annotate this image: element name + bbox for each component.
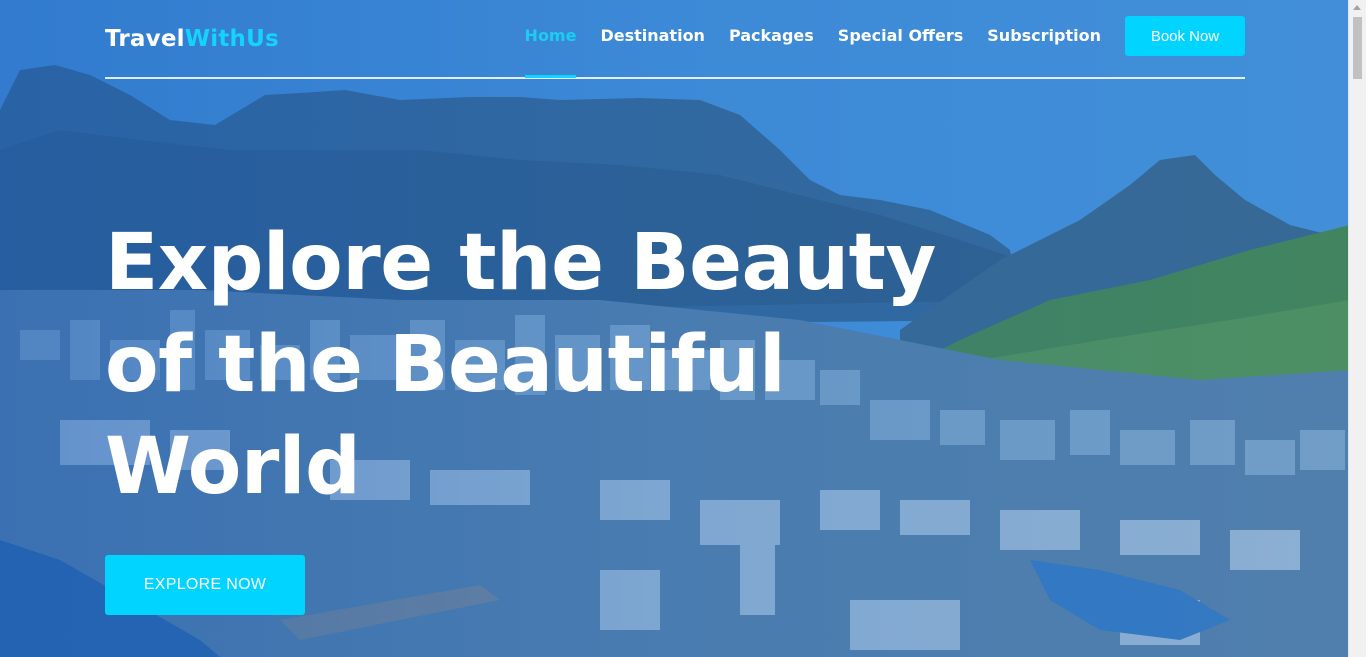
hero-headline-line1: Explore the Beauty (105, 218, 936, 308)
nav-link-special-offers[interactable]: Special Offers (838, 16, 963, 56)
scrollbar-thumb[interactable] (1353, 17, 1362, 79)
scroll-up-arrow-icon[interactable] (1353, 5, 1361, 10)
top-navbar: TravelWithUs Home Destination Packages S… (105, 0, 1245, 79)
brand-logo-part1: Travel (105, 26, 185, 52)
main-nav: Home Destination Packages Special Offers… (524, 16, 1245, 78)
brand-logo-part2: WithUs (184, 26, 279, 52)
nav-link-packages[interactable]: Packages (729, 16, 814, 56)
hero-headline-line2: of the Beautiful (105, 320, 786, 410)
nav-link-home[interactable]: Home (524, 16, 576, 78)
hero-headline: Explore the Beauty of the Beautiful Worl… (105, 212, 965, 518)
page-scrollbar[interactable] (1348, 0, 1366, 657)
brand-logo[interactable]: TravelWithUs (105, 26, 279, 52)
book-now-button[interactable]: Book Now (1125, 16, 1245, 56)
hero-section: TravelWithUs Home Destination Packages S… (0, 0, 1366, 657)
nav-link-subscription[interactable]: Subscription (987, 16, 1101, 56)
explore-now-button[interactable]: EXPLORE NOW (105, 555, 305, 615)
hero-headline-line3: World (105, 422, 361, 512)
nav-link-destination[interactable]: Destination (600, 16, 705, 56)
